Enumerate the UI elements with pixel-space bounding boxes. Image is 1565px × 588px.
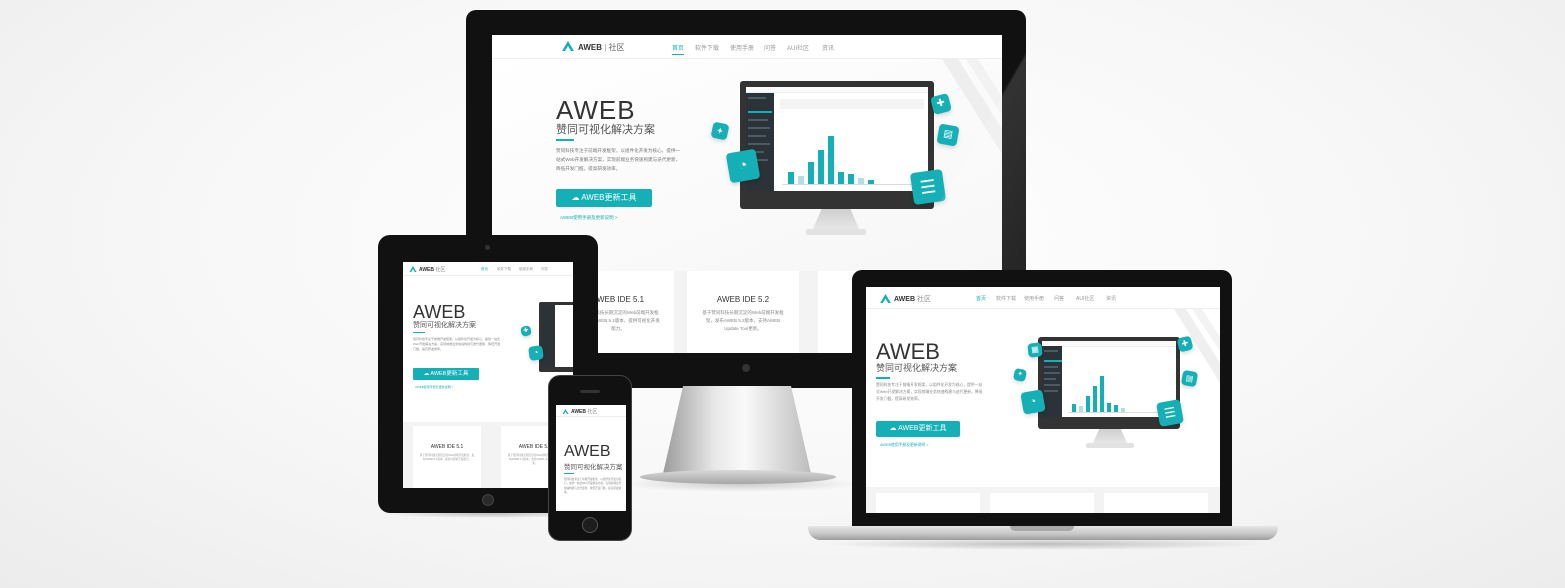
- site-logo[interactable]: AWEB | 社区: [578, 42, 625, 53]
- nav-item-qa[interactable]: 问答: [1054, 295, 1064, 302]
- feature-card[interactable]: AWEB IDE 5.2 基于赞同科技长期沉淀的Web前端开发框架，发布AWEB…: [687, 271, 799, 353]
- manual-link[interactable]: AWEB使用手册及更新说明 >: [880, 443, 928, 448]
- feature-card[interactable]: [990, 493, 1094, 513]
- phone-screen: AWEB 社区 AWEB 赞同可视化解决方案 赞同科技专注于前端开发框架，以组件…: [556, 405, 626, 511]
- phone-speaker: [580, 390, 600, 393]
- feature-section: [866, 487, 1220, 513]
- tablet-nav: AWEB 社区 首页 软件下载 使用手册 问答: [403, 262, 573, 276]
- nav-item-qa[interactable]: 问答: [541, 267, 548, 272]
- chart-icon: ✦: [1012, 367, 1028, 383]
- download-tool-button[interactable]: ☁ AWEB更新工具: [876, 421, 960, 437]
- nav-item-home[interactable]: 首页: [672, 43, 685, 55]
- feature-card[interactable]: AWEB IDE 5.1 基于赞同科技长期沉淀的Web前端开发框架，发布AWEB…: [413, 426, 481, 488]
- laptop-screen: AWEB 社区 首页 软件下载 使用手册 问答 AUI社区 资讯 AWEB 赞同…: [866, 287, 1220, 513]
- laptop-nav: AWEB 社区 首页 软件下载 使用手册 问答 AUI社区 资讯: [866, 287, 1220, 309]
- feature-card-title: AWEB IDE 5.2: [716, 295, 770, 304]
- gauge-icon: ◔: [725, 148, 761, 184]
- phone-home-button: [582, 517, 598, 533]
- nav-item-manual[interactable]: 使用手册: [730, 43, 754, 52]
- gauge-icon: ◔: [1020, 389, 1046, 415]
- nav-item-download[interactable]: 软件下载: [497, 267, 511, 272]
- nav-item-manual[interactable]: 使用手册: [1024, 295, 1044, 302]
- nav-item-qa[interactable]: 问答: [764, 43, 776, 52]
- feature-card-title: AWEB IDE 5.1: [430, 444, 464, 450]
- nav-item-home[interactable]: 首页: [976, 295, 986, 302]
- hero-subtitle: 赞同可视化解决方案: [564, 464, 623, 471]
- dashboard-icon: ▦: [1027, 342, 1043, 358]
- app-preview-monitor: [539, 302, 573, 372]
- feature-card[interactable]: [876, 493, 980, 513]
- nav-item-home[interactable]: 首页: [481, 267, 488, 272]
- nav-item-news[interactable]: 资讯: [1106, 295, 1116, 302]
- manual-link[interactable]: AWEB使用手册及更新说明 >: [415, 385, 453, 389]
- hero-description: 赞同科技专注于前端开发框架，以组件化开发为核心，提供一站式Web开发解决方案，实…: [564, 478, 622, 495]
- nav-item-community[interactable]: AUI社区: [787, 43, 809, 52]
- nav-item-news[interactable]: 资讯: [822, 43, 834, 52]
- hero-subtitle: 赞同可视化解决方案: [413, 322, 476, 329]
- hero-subtitle: 赞同可视化解决方案: [556, 124, 655, 136]
- cloud-download-icon: ☁: [889, 425, 899, 432]
- nav-item-download[interactable]: 软件下载: [996, 295, 1016, 302]
- hero-description: 赞同科技专注于前端开发框架，以组件化开发为核心，提供一站式Web开发解决方案，实…: [556, 148, 681, 171]
- hero-divider: [564, 473, 574, 474]
- monitor-base: [640, 470, 836, 484]
- site-logo[interactable]: AWEB 社区: [894, 294, 931, 304]
- chart-icon: ✦: [710, 121, 730, 141]
- manual-link[interactable]: AWEB使用手册及更新说明 >: [560, 215, 617, 221]
- aweb-logo-icon: [562, 41, 574, 51]
- laptop-notch: [1010, 526, 1074, 531]
- site-logo[interactable]: AWEB 社区: [419, 266, 445, 273]
- tablet-home-button: [482, 494, 494, 506]
- tablet-camera: [485, 245, 490, 250]
- feature-card-desc: 基于赞同科技长期沉淀的Web前端开发框架，发布AWEB 5.2版本，支持AWEB…: [702, 310, 784, 331]
- layout-icon: ▤: [1180, 369, 1199, 388]
- gauge-icon: ◔: [528, 345, 544, 361]
- nav-item-community[interactable]: AUI社区: [1076, 295, 1094, 302]
- hero-description: 赞同科技专注于前端开发框架，以组件化开发为核心，提供一站式Web开发解决方案，实…: [876, 383, 983, 401]
- nav-item-download[interactable]: 软件下载: [695, 43, 719, 52]
- feature-card-desc: 基于赞同科技长期沉淀的Web前端开发框架，发布AWEB 5.1版本，提供可视化开…: [419, 454, 475, 461]
- monitor-camera: [742, 364, 750, 372]
- hero-divider: [413, 332, 425, 333]
- aweb-logo-icon: [562, 409, 569, 414]
- download-tool-button[interactable]: ☁ AWEB更新工具: [413, 368, 479, 380]
- hero-description: 赞同科技专注于前端开发框架，以组件化开发为核心，提供一站式Web开发解决方案，实…: [413, 337, 501, 351]
- phone-nav: AWEB 社区: [556, 405, 626, 417]
- aweb-logo-icon: [880, 294, 891, 303]
- cloud-download-icon: ☁: [571, 193, 582, 202]
- app-preview-screen: [746, 87, 928, 191]
- monitor-stand: [662, 386, 812, 478]
- hero-subtitle: 赞同可视化解决方案: [876, 363, 958, 373]
- puzzle-icon: ✚: [520, 325, 532, 337]
- aweb-logo-icon: [409, 266, 417, 272]
- hero-divider: [556, 139, 574, 141]
- hero-title: AWEB: [564, 443, 611, 460]
- site-logo[interactable]: AWEB 社区: [571, 408, 597, 415]
- feature-card[interactable]: [1104, 493, 1208, 513]
- nav-item-manual[interactable]: 使用手册: [519, 267, 533, 272]
- download-tool-button[interactable]: ☁ AWEB更新工具: [556, 189, 652, 207]
- list-icon: ☰: [1156, 399, 1184, 427]
- hero-divider: [876, 377, 890, 379]
